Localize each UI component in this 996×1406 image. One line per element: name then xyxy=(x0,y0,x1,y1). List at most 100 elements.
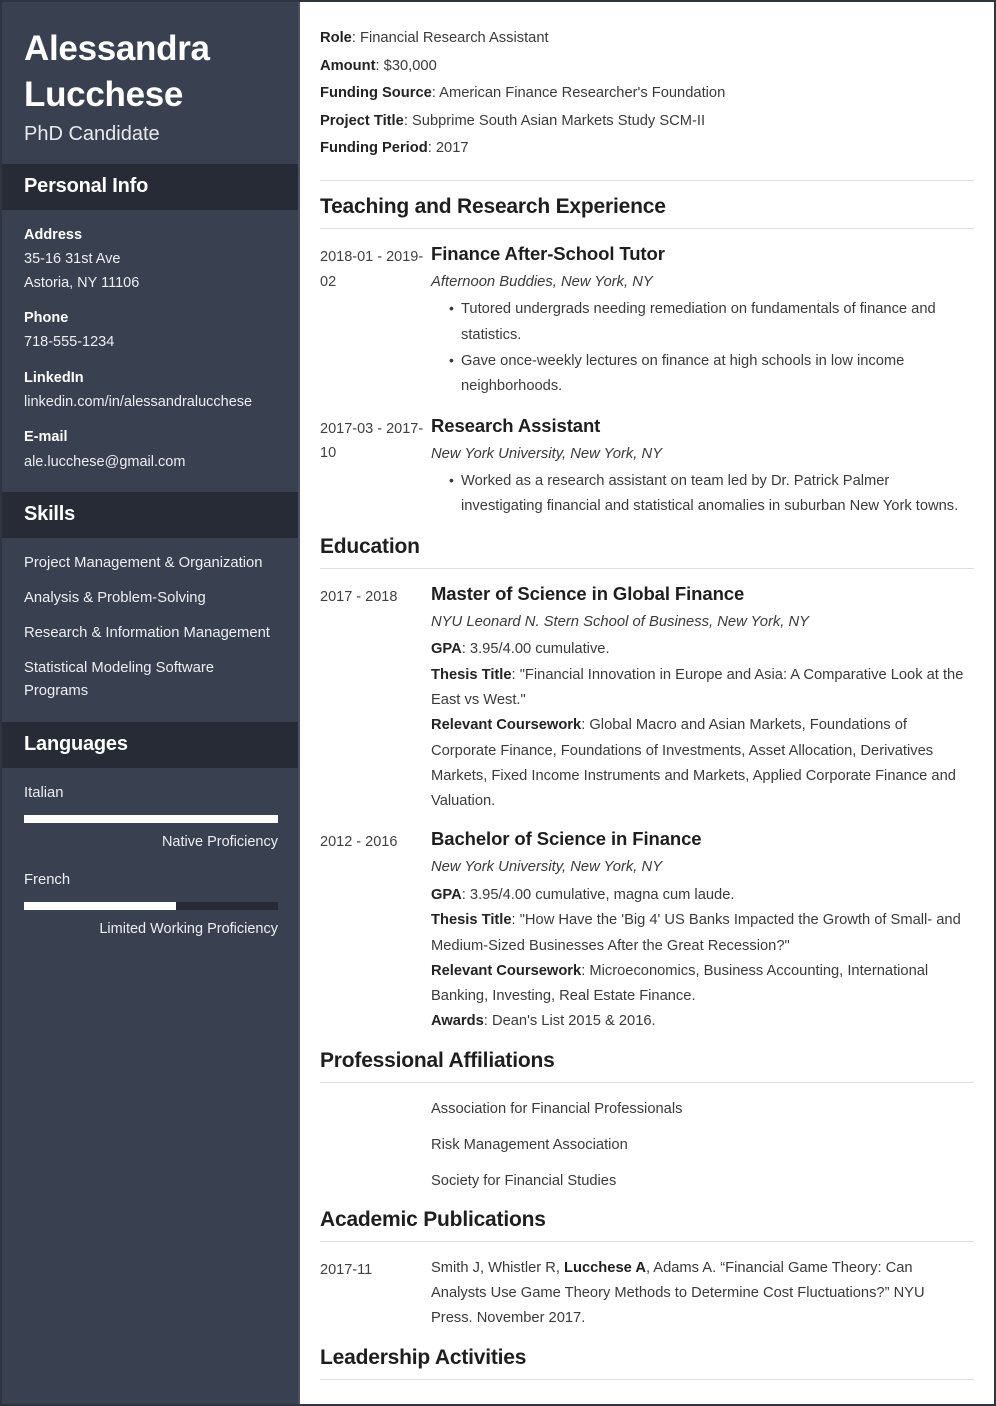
affiliation-item: Risk Management Association xyxy=(320,1133,974,1158)
entry-body: Finance After-School Tutor Afternoon Bud… xyxy=(431,243,974,401)
entry-bullet: Tutored undergrads needing remediation o… xyxy=(449,296,964,348)
language-level-label: Native Proficiency xyxy=(161,834,278,851)
entry-body: Smith J, Whistler R, Lucchese A, Adams A… xyxy=(431,1256,974,1332)
detail-label: Awards xyxy=(431,1013,484,1030)
entry-title: Research Assistant xyxy=(431,414,601,436)
language-name: French xyxy=(24,871,71,888)
education-entry: 2012 - 2016 Bachelor of Science in Finan… xyxy=(320,828,974,1034)
summary-row: Funding Period: 2017 xyxy=(320,136,974,161)
entry-title: Master of Science in Global Finance xyxy=(431,582,745,604)
contact-value: 718-555-1234 xyxy=(24,334,115,351)
entry-detail-awards: Awards: Dean's List 2015 & 2016. xyxy=(431,1009,964,1034)
entry-subtitle: Afternoon Buddies, New York, NY xyxy=(431,273,653,290)
detail-label: GPA xyxy=(431,887,462,904)
affiliation-item: Association for Financial Professionals xyxy=(320,1097,974,1122)
divider xyxy=(320,567,974,569)
entry-detail-gpa: GPA: 3.95/4.00 cumulative, magna cum lau… xyxy=(431,883,964,908)
skill-item: Research & Information Management xyxy=(24,624,270,641)
publication-citation: Smith J, Whistler R, Lucchese A, Adams A… xyxy=(431,1256,964,1332)
detail-separator: : xyxy=(511,666,520,683)
citation-authors-before: Smith J, Whistler R, xyxy=(431,1259,565,1276)
languages-list: Italian Native Proficiency French Limite… xyxy=(2,768,300,973)
citation-author-highlight: Lucchese A xyxy=(564,1259,646,1276)
entry-detail-gpa: GPA: 3.95/4.00 cumulative. xyxy=(431,637,964,662)
entry-detail-thesis: Thesis Title: "Financial Innovation in E… xyxy=(431,663,964,714)
skill-item: Analysis & Problem-Solving xyxy=(24,589,206,606)
summary-row: Project Title: Subprime South Asian Mark… xyxy=(320,109,974,134)
entry-subtitle: New York University, New York, NY xyxy=(431,859,663,876)
detail-label: Thesis Title xyxy=(431,912,512,929)
contact-label: E-mail xyxy=(24,429,68,446)
affiliation-item: Society for Financial Studies xyxy=(320,1169,974,1194)
contact-value: 35-16 31st Ave Astoria, NY 11106 xyxy=(24,251,140,291)
summary-row: Role: Financial Research Assistant xyxy=(320,26,974,51)
divider xyxy=(320,179,974,181)
date-column-spacer xyxy=(320,1097,431,1122)
name-block: Alessandra Lucchese PhD Candidate xyxy=(2,2,300,164)
section-title-education: Education xyxy=(320,534,420,558)
entry-bullet: Gave once-weekly lectures on finance at … xyxy=(449,348,964,400)
language-name: Italian xyxy=(24,785,64,802)
detail-label: Thesis Title xyxy=(431,666,512,683)
contact-group-address: Address 35-16 31st Ave Astoria, NY 11106 xyxy=(24,224,278,295)
education-entry: 2017 - 2018 Master of Science in Global … xyxy=(320,583,974,815)
divider xyxy=(320,1240,974,1242)
experience-entry: 2018-01 - 2019-02 Finance After-School T… xyxy=(320,243,974,401)
sidebar: Alessandra Lucchese PhD Candidate Person… xyxy=(2,2,300,1404)
entry-date: 2017-03 - 2017-10 xyxy=(320,420,424,462)
detail-separator: : xyxy=(511,912,520,929)
affiliation-name: Association for Financial Professionals xyxy=(431,1100,683,1117)
entry-body: Bachelor of Science in Finance New York … xyxy=(431,828,974,1034)
summary-separator: : xyxy=(403,112,412,129)
summary-value: Financial Research Assistant xyxy=(360,30,549,46)
resume-page: Alessandra Lucchese PhD Candidate Person… xyxy=(0,0,996,1406)
language-proficiency-bar xyxy=(24,815,278,824)
entry-bullet-list: Tutored undergrads needing remediation o… xyxy=(431,296,964,400)
summary-label: Funding Source xyxy=(320,85,432,102)
contact-value-email[interactable]: ale.lucchese@gmail.com xyxy=(24,451,278,474)
entry-bullet-list: Worked as a research assistant on team l… xyxy=(431,468,964,520)
section-leadership: Leadership Activities xyxy=(320,1345,974,1404)
contact-value-linkedin-url[interactable]: linkedin.com/in/alessandralucchese xyxy=(24,391,278,414)
section-title-affiliations: Professional Affiliations xyxy=(320,1048,555,1072)
grant-summary-block: Role: Financial Research Assistant Amoun… xyxy=(320,26,974,178)
section-title-leadership: Leadership Activities xyxy=(320,1345,527,1369)
contact-label: Address xyxy=(24,227,83,243)
skill-item: Project Management & Organization xyxy=(24,554,263,571)
section-title-experience: Teaching and Research Experience xyxy=(320,194,666,218)
contact-label: LinkedIn xyxy=(24,369,84,386)
date-column-spacer xyxy=(320,1133,431,1158)
summary-value: $30,000 xyxy=(383,57,437,74)
detail-separator: : xyxy=(461,641,470,658)
detail-value: 3.95/4.00 cumulative. xyxy=(469,641,610,658)
detail-label: GPA xyxy=(431,641,462,658)
entry-date: 2017-11 xyxy=(320,1261,373,1278)
language-item: Italian Native Proficiency xyxy=(24,782,278,854)
candidate-job-title: PhD Candidate xyxy=(24,123,160,145)
detail-label: Relevant Coursework xyxy=(431,717,582,734)
section-experience: Teaching and Research Experience 2018-01… xyxy=(320,195,974,521)
divider xyxy=(320,227,974,229)
detail-label: Relevant Coursework xyxy=(431,962,582,979)
summary-value: American Finance Researcher's Foundation xyxy=(439,85,726,102)
summary-label: Funding Period xyxy=(320,140,428,157)
skill-item: Statistical Modeling Software Programs xyxy=(24,659,214,699)
detail-separator: : xyxy=(483,1013,492,1030)
language-proficiency-bar xyxy=(24,901,278,910)
entry-subtitle: NYU Leonard N. Stern School of Business,… xyxy=(431,613,810,630)
affiliation-name: Society for Financial Studies xyxy=(431,1172,617,1189)
sidebar-section-heading-skills: Skills xyxy=(2,491,300,538)
sidebar-section-heading-languages: Languages xyxy=(2,722,300,769)
section-education: Education 2017 - 2018 Master of Science … xyxy=(320,535,974,1035)
summary-separator: : xyxy=(351,30,360,46)
language-proficiency-fill xyxy=(24,815,278,824)
summary-value: 2017 xyxy=(435,140,469,157)
entry-bullet: Worked as a research assistant on team l… xyxy=(449,468,964,520)
summary-value: Subprime South Asian Markets Study SCM-I… xyxy=(411,112,706,129)
language-proficiency-fill xyxy=(24,901,177,910)
contact-label: Phone xyxy=(24,309,69,326)
detail-value: 3.95/4.00 cumulative, magna cum laude. xyxy=(469,887,735,904)
divider xyxy=(320,1081,974,1083)
detail-separator: : xyxy=(461,887,470,904)
entry-body: Research Assistant New York University, … xyxy=(431,415,974,521)
